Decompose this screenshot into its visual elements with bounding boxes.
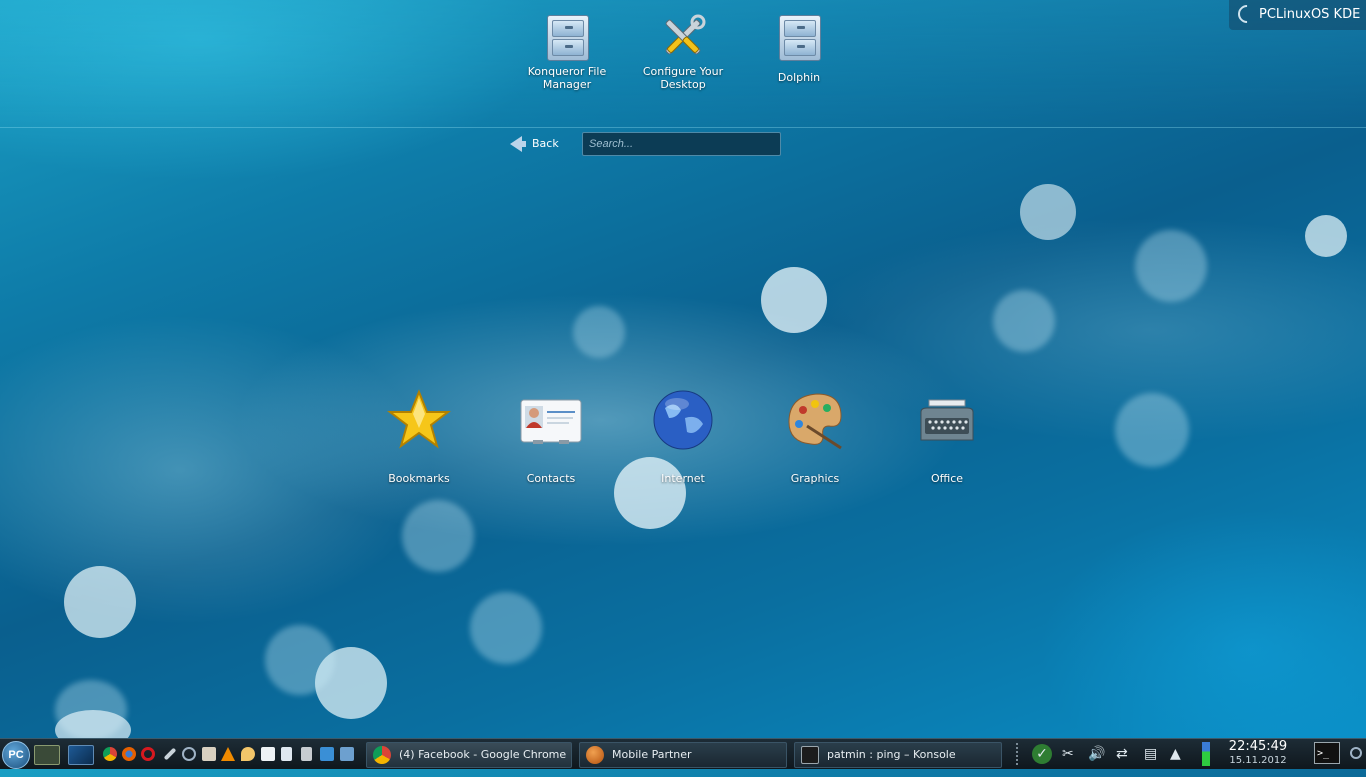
opera-launcher-icon[interactable]	[141, 747, 155, 761]
favorite-configure-desktop[interactable]: Configure Your Desktop	[633, 13, 733, 91]
wallpaper-bokeh	[402, 500, 474, 572]
wallpaper-bokeh	[265, 625, 335, 695]
wallpaper-bokeh	[470, 592, 542, 664]
task-mobile-partner[interactable]: Mobile Partner	[579, 742, 787, 768]
tray-separator	[1016, 743, 1018, 765]
category-graphics[interactable]: Graphics	[760, 388, 870, 485]
wallpaper-bokeh	[64, 566, 136, 638]
category-label: Bookmarks	[388, 472, 450, 485]
show-hidden-icons-icon[interactable]: ▲	[1170, 747, 1181, 777]
konsole-launcher-icon[interactable]: >_	[1314, 742, 1340, 764]
paint-palette-icon	[783, 388, 847, 452]
vlc-launcher-icon[interactable]	[221, 747, 235, 761]
activity-moon-icon	[1234, 1, 1260, 27]
network-icon[interactable]: ⇄	[1116, 747, 1128, 777]
favorite-label: Configure Your Desktop	[642, 65, 724, 91]
firefox-launcher-icon[interactable]	[122, 747, 136, 761]
activity-button[interactable]: PCLinuxOS KDE	[1229, 0, 1366, 30]
category-internet[interactable]: Internet	[628, 388, 738, 485]
taskbar: PC (4) Facebook - Google Chrome Mobile P…	[0, 738, 1366, 769]
clock-date: 15.11.2012	[1229, 755, 1287, 766]
back-arrow-icon	[510, 136, 526, 152]
category-label: Contacts	[526, 472, 576, 485]
favorite-label: Dolphin	[777, 71, 821, 84]
system-settings-launcher-icon[interactable]	[163, 747, 177, 761]
text-editor-launcher-icon[interactable]	[281, 747, 292, 761]
wallpaper-bokeh	[573, 306, 625, 358]
software-manager-launcher-icon[interactable]	[182, 747, 196, 761]
typewriter-icon	[915, 388, 979, 452]
wallpaper-bokeh	[1305, 215, 1347, 257]
desktop-pager-icon[interactable]	[68, 745, 94, 765]
back-label: Back	[532, 137, 559, 150]
calculator-launcher-icon[interactable]	[301, 747, 312, 761]
search-input[interactable]	[582, 132, 781, 156]
battery-meter	[1202, 742, 1210, 766]
task-label: patmin : ping – Konsole	[827, 748, 956, 761]
document-viewer-launcher-icon[interactable]	[261, 747, 275, 761]
panel-cashew-icon[interactable]	[1350, 747, 1362, 759]
category-contacts[interactable]: Contacts	[496, 388, 606, 485]
chrome-icon	[373, 746, 391, 764]
file-cabinet-icon	[775, 13, 823, 61]
task-label: (4) Facebook - Google Chrome	[399, 748, 567, 761]
category-label: Office	[930, 472, 964, 485]
wallpaper-bokeh	[993, 290, 1055, 352]
wallpaper-bokeh	[1020, 184, 1076, 240]
terminal-icon	[801, 746, 819, 764]
email-launcher-icon[interactable]	[320, 747, 334, 761]
file-cabinet-icon	[543, 13, 591, 61]
contact-card-icon	[519, 388, 583, 452]
tools-icon	[659, 13, 707, 61]
kickoff-launcher-button[interactable]: PC	[2, 741, 30, 769]
task-label: Mobile Partner	[612, 748, 692, 761]
wallpaper-bokeh	[1135, 230, 1207, 302]
activity-label: PCLinuxOS KDE	[1259, 7, 1361, 22]
system-monitor-icon[interactable]	[34, 745, 60, 765]
category-label: Graphics	[790, 472, 840, 485]
favorite-label: Konqueror File Manager	[527, 65, 607, 91]
file-manager-launcher-icon[interactable]	[340, 747, 354, 761]
konqueror-launcher-icon[interactable]	[241, 747, 255, 761]
chrome-launcher-icon[interactable]	[103, 747, 117, 761]
mobile-partner-icon	[586, 746, 604, 764]
category-label: Internet	[661, 472, 705, 485]
favorite-konqueror[interactable]: Konqueror File Manager	[517, 13, 617, 91]
wallpaper-bokeh	[761, 267, 827, 333]
update-ok-icon[interactable]: ✓	[1032, 744, 1052, 764]
category-bookmarks[interactable]: Bookmarks	[364, 388, 474, 485]
category-office[interactable]: Office	[892, 388, 1002, 485]
package-launcher-icon[interactable]	[202, 747, 216, 761]
volume-icon[interactable]: 🔊	[1088, 747, 1105, 777]
wallpaper-bokeh	[1115, 393, 1189, 467]
digital-clock[interactable]: 22:45:49 15.11.2012	[1218, 740, 1298, 770]
task-konsole[interactable]: patmin : ping – Konsole	[794, 742, 1002, 768]
clock-time: 22:45:49	[1228, 739, 1288, 754]
favorite-dolphin[interactable]: Dolphin	[749, 13, 849, 84]
star-icon	[387, 388, 451, 452]
task-chrome[interactable]: (4) Facebook - Google Chrome	[366, 742, 572, 768]
globe-icon	[651, 388, 715, 452]
notes-icon[interactable]: ▤	[1144, 747, 1157, 777]
clipboard-scissors-icon[interactable]: ✂	[1062, 747, 1074, 777]
